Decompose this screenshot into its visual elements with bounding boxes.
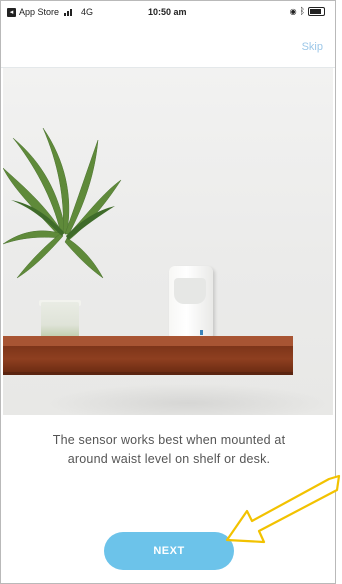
status-left: ◂ App Store 4G	[7, 7, 93, 17]
plant-pot	[41, 302, 79, 340]
motion-sensor-lens	[174, 278, 206, 304]
annotation-arrow-icon	[225, 474, 341, 544]
network-label: 4G	[81, 7, 94, 17]
placement-instructions: The sensor works best when mounted at ar…	[52, 433, 286, 466]
carrier-label: App Store	[19, 7, 60, 17]
wall-shadow	[43, 383, 333, 415]
battery-icon	[308, 6, 325, 16]
skip-link[interactable]: Skip	[302, 41, 323, 53]
signal-strength-icon	[64, 8, 73, 16]
sensor-placement-image	[3, 68, 333, 415]
sensor-status-led	[200, 330, 203, 335]
plant-illustration	[3, 127, 122, 279]
shelf-underside	[3, 372, 293, 375]
location-icon: ◉	[289, 6, 297, 16]
status-right: ◉ ᛒ	[290, 6, 325, 16]
status-bar: ◂ App Store 4G 10:50 am ◉ ᛒ	[1, 1, 335, 25]
next-button[interactable]: NEXT	[104, 532, 234, 570]
shelf-top	[3, 336, 293, 346]
status-time: 10:50 am	[148, 7, 187, 17]
shelf-front	[3, 346, 293, 372]
back-to-app-icon[interactable]: ◂	[7, 7, 16, 17]
bluetooth-icon: ᛒ	[299, 6, 305, 16]
